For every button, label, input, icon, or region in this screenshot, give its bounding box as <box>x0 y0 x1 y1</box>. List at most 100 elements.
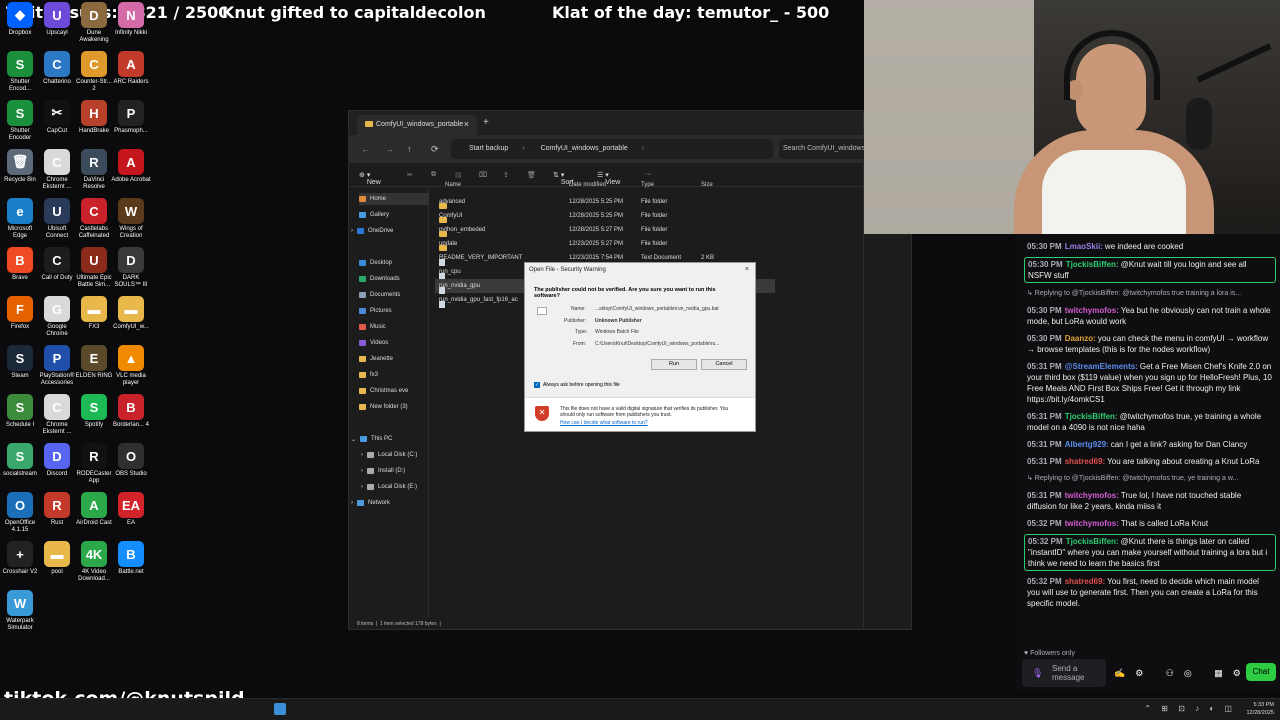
desktop-icon-comfyui-w[interactable]: ▬ ComfyUI_w... <box>111 296 151 331</box>
desktop-icon-castlelabs-caffeinated[interactable]: C Castlelabs Caffeinated <box>74 198 114 240</box>
desktop-icon-google-chrome[interactable]: G Google Chrome <box>37 296 77 338</box>
desktop-icon-socialstream[interactable]: Ssocialstream <box>0 443 40 478</box>
delete-icon[interactable]: 🗑 <box>527 171 536 179</box>
desktop-icon-ubisoft-connect[interactable]: U Ubisoft Connect <box>37 198 77 240</box>
mic-icon[interactable]: 🎙 <box>1032 668 1043 679</box>
desktop-icon-microsoft-edge[interactable]: e Microsoft Edge <box>0 198 40 240</box>
desktop-icon-openoffice-4-1-15[interactable]: O OpenOffice 4.1.15 <box>0 492 40 534</box>
desktop-icon-steam[interactable]: S Steam <box>0 345 40 380</box>
always-ask-checkbox[interactable]: ✓ Always ask before opening this file <box>534 382 620 388</box>
chat-username[interactable]: shatred69: <box>1065 577 1105 586</box>
desktop-icon-schedule-i[interactable]: S Schedule I <box>0 394 40 429</box>
desktop-icon-capcut[interactable]: ✂ CapCut <box>37 100 77 135</box>
refresh-icon[interactable]: ⟳ <box>431 144 439 155</box>
chat-username[interactable]: TjockisBiffen: <box>1066 537 1119 546</box>
sort-button[interactable]: ⇅ Sort ▾ <box>553 171 574 186</box>
copy-icon[interactable]: ⧉ <box>431 171 436 179</box>
file-row[interactable]: ComfyUI 12/28/2025 5:25 PM File folder <box>435 209 775 223</box>
chat-tool-icons[interactable]: ✍⚙ ⚇◎ ▦⚙ <box>1114 668 1251 679</box>
nav-jeanette[interactable]: Jeanette <box>359 353 429 365</box>
chat-send-button[interactable]: Chat <box>1246 663 1276 681</box>
desktop-icon-crosshair-v2[interactable]: + Crosshair V2 <box>0 541 40 576</box>
chat-username[interactable]: twitchymofos: <box>1065 519 1119 528</box>
desktop-icon-elden-ring[interactable]: E ELDEN RING <box>74 345 114 380</box>
nav-desktop[interactable]: Desktop <box>359 257 429 269</box>
desktop-icon-chrome-eksternt[interactable]: C Chrome Eksternt ... <box>37 149 77 191</box>
column-name[interactable]: Name <box>445 182 461 188</box>
nav-onedrive[interactable]: › OneDrive <box>351 225 421 237</box>
desktop-icon-handbrake[interactable]: H HandBrake <box>74 100 114 135</box>
desktop-icon-infinity-nikki[interactable]: N Infinity Nikki <box>111 2 151 37</box>
desktop-icon-waterpark-simulator[interactable]: W Waterpark Simulator <box>0 590 40 632</box>
nav-home[interactable]: Home <box>359 193 429 205</box>
desktop-icon-arc-raiders[interactable]: A ARC Raiders <box>111 51 151 86</box>
desktop-icon-counter-str-2[interactable]: C Counter-Str... 2 <box>74 51 114 93</box>
desktop-icon-obs-studio[interactable]: O OBS Studio <box>111 443 151 478</box>
nav-local-disk-e[interactable]: › Local Disk (E:) <box>361 481 431 493</box>
back-icon[interactable]: ← <box>361 144 370 154</box>
breadcrumb-comfyui[interactable]: ComfyUI_windows_portable <box>541 145 628 152</box>
desktop-icon-wings-of-creation[interactable]: W Wings of Creation <box>111 198 151 240</box>
desktop-icon-shutter-encoder[interactable]: S Shutter Encoder <box>0 100 40 142</box>
desktop-icon-dark-souls-iii[interactable]: D DARK SOULS™ III <box>111 247 151 289</box>
desktop-icon-fx3[interactable]: ▬ FX3 <box>74 296 114 331</box>
desktop-icon-davinci-resolve[interactable]: R DaVinci Resolve <box>74 149 114 191</box>
desktop-icon-playstation-accessories[interactable]: P PlayStation® Accessories <box>37 345 77 387</box>
file-row[interactable]: python_embeded 12/28/2025 5:27 PM File fol… <box>435 223 775 237</box>
desktop-icon-phasmoph[interactable]: P Phasmoph... <box>111 100 151 135</box>
share-icon[interactable]: ⇪ <box>503 171 509 179</box>
column-size[interactable]: Size <box>701 182 713 188</box>
desktop-icon-ea[interactable]: EA EA <box>111 492 151 527</box>
chat-username[interactable]: twitchymofos: <box>1065 306 1119 315</box>
file-row[interactable]: advanced 12/28/2025 5:25 PM File folder <box>435 195 775 209</box>
nav-christmas-eve[interactable]: Christmas eve <box>359 385 429 397</box>
nav-fx3[interactable]: fx3 <box>359 369 429 381</box>
column-date[interactable]: Date modified <box>569 182 606 188</box>
close-tab-icon[interactable]: × <box>464 119 469 129</box>
dialog-close-icon[interactable]: × <box>745 266 749 273</box>
address-bar[interactable]: Start backup › ComfyUI_windows_portable › <box>451 139 773 159</box>
system-tray-icons[interactable]: ⌃ ⊞ ⊡ ♪ ◐ ◫ <box>1144 704 1236 713</box>
paste-icon[interactable]: ▤ <box>455 171 462 179</box>
nav-documents[interactable]: Documents <box>359 289 429 301</box>
desktop-icon-call-of-duty[interactable]: C Call of Duty <box>37 247 77 282</box>
nav-gallery[interactable]: Gallery <box>359 209 429 221</box>
search-input[interactable]: Search ComfyUI_windows_ <box>779 139 865 159</box>
desktop-icon-chrome-eksternt[interactable]: C Chrome Eksternt ... <box>37 394 77 436</box>
view-button[interactable]: ☰ View ▾ <box>597 171 620 186</box>
desktop-icon-spotify[interactable]: S Spotify <box>74 394 114 429</box>
rename-icon[interactable]: ⌧ <box>479 171 487 179</box>
desktop-icon-upscayl[interactable]: U Upscayl <box>37 2 77 37</box>
nav-videos[interactable]: Videos <box>359 337 429 349</box>
new-tab-icon[interactable]: + <box>483 117 489 128</box>
desktop-icon-chatterino[interactable]: C Chatterino <box>37 51 77 86</box>
desktop-icon-battle-net[interactable]: B Battle.net <box>111 541 151 576</box>
taskbar-explorer-icon[interactable] <box>274 703 286 715</box>
desktop-icon-borderlan-4[interactable]: B Borderlan... 4 <box>111 394 151 429</box>
explorer-tab[interactable]: ComfyUI_windows_portable × <box>357 115 477 135</box>
desktop-icon-dropbox[interactable]: ◆ Dropbox <box>0 2 40 37</box>
desktop-icon-pool[interactable]: ▬ pool <box>37 541 77 576</box>
nav-pictures[interactable]: Pictures <box>359 305 429 317</box>
chat-username[interactable]: shatred69: <box>1065 457 1105 466</box>
forward-icon[interactable]: → <box>385 144 394 154</box>
desktop-icon-brave[interactable]: B Brave <box>0 247 40 282</box>
run-button[interactable]: Run <box>651 359 697 370</box>
chat-username[interactable]: @StreamElements: <box>1065 362 1138 371</box>
nav-downloads[interactable]: Downloads <box>359 273 429 285</box>
desktop-icon-rust[interactable]: R Rust <box>37 492 77 527</box>
desktop-icon-vlc-media-player[interactable]: ▲ VLC media player <box>111 345 151 387</box>
help-link[interactable]: How can I decide what software to run? <box>560 420 648 426</box>
nav-this-pc[interactable]: ⌄ This PC <box>351 433 421 445</box>
desktop-icon-adobe-acrobat[interactable]: A Adobe Acrobat <box>111 149 151 184</box>
desktop-icon-airdroid-cast[interactable]: A AirDroid Cast <box>74 492 114 527</box>
file-row[interactable]: update 12/23/2025 5:27 PM File folder <box>435 237 775 251</box>
cut-icon[interactable]: ✂ <box>407 171 413 179</box>
taskbar-clock[interactable]: 5:33 PM 12/28/2025 <box>1246 701 1274 717</box>
desktop-icon-4k-video-download[interactable]: 4K 4K Video Download... <box>74 541 114 583</box>
up-icon[interactable]: ↑ <box>407 144 412 154</box>
column-type[interactable]: Type <box>641 182 654 188</box>
chat-username[interactable]: LmaoSkii: <box>1065 242 1103 251</box>
desktop-icon-discord[interactable]: D Discord <box>37 443 77 478</box>
nav-local-disk-c[interactable]: › Local Disk (C:) <box>361 449 431 461</box>
